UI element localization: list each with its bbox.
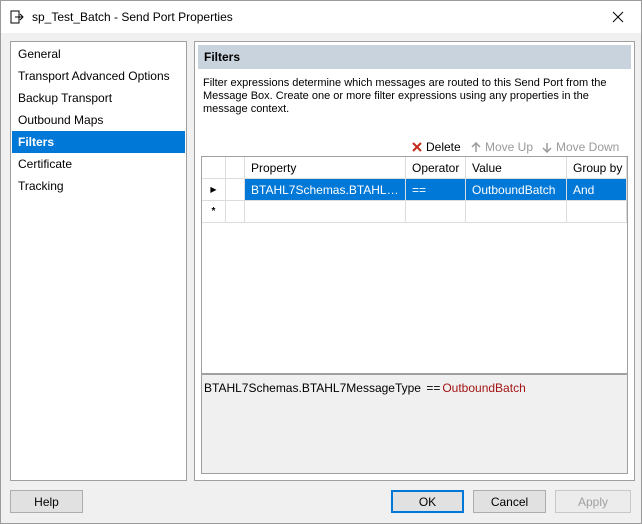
expression-value: OutboundBatch [442,381,526,395]
nav-item-tracking[interactable]: Tracking [12,175,185,197]
section-header: Filters [198,45,631,69]
new-cell-value[interactable] [466,201,567,223]
filter-grid[interactable]: Property Operator Value Group by ▶ BTAHL… [201,156,628,374]
close-icon [612,11,624,23]
cell-group-by[interactable]: And [567,179,627,201]
row-header-new[interactable]: * [202,201,226,223]
apply-button[interactable]: Apply [555,490,631,513]
expression-property: BTAHL7Schemas.BTAHL7MessageType [204,381,421,395]
properties-nav: General Transport Advanced Options Backu… [10,41,187,481]
delete-icon [412,142,422,152]
arrow-up-icon [471,141,481,152]
filter-toolbar: Delete Move Up Move Down [195,138,632,156]
grid-selector-header [226,157,245,179]
new-cell-operator[interactable] [406,201,466,223]
arrow-down-icon [542,142,552,153]
cell-operator[interactable]: == [406,179,466,201]
column-header-operator[interactable]: Operator [406,157,466,179]
ok-button[interactable]: OK [391,490,464,513]
delete-button[interactable]: Delete [412,138,461,156]
filters-panel: Filters Filter expressions determine whi… [194,41,635,481]
cancel-button[interactable]: Cancel [473,490,546,513]
send-port-icon [10,10,24,24]
nav-item-backup-transport[interactable]: Backup Transport [12,87,185,109]
filters-description: Filter expressions determine which messa… [203,77,607,115]
help-button[interactable]: Help [10,490,83,513]
cell-property[interactable]: BTAHL7Schemas.BTAHL7M... [245,179,406,201]
delete-label: Delete [426,140,461,154]
move-down-label: Move Down [556,140,620,154]
cell-value[interactable]: OutboundBatch [466,179,567,201]
move-up-button[interactable]: Move Up [471,138,533,156]
column-header-value[interactable]: Value [466,157,567,179]
move-down-button[interactable]: Move Down [542,138,619,156]
close-button[interactable] [595,1,641,33]
title-bar: sp_Test_Batch - Send Port Properties [1,1,641,33]
new-cell-group-by[interactable] [567,201,627,223]
move-up-label: Move Up [485,140,534,154]
new-cell-property[interactable] [245,201,406,223]
row-selector[interactable] [226,179,245,201]
nav-item-outbound-maps[interactable]: Outbound Maps [12,109,185,131]
grid-corner [202,157,226,179]
row-header-current[interactable]: ▶ [202,179,226,201]
column-header-group-by[interactable]: Group by [567,157,627,179]
nav-item-filters[interactable]: Filters [12,131,185,153]
nav-item-transport-advanced-options[interactable]: Transport Advanced Options [12,65,185,87]
nav-item-certificate[interactable]: Certificate [12,153,185,175]
column-header-property[interactable]: Property [245,157,406,179]
new-row-marker: * [211,206,216,217]
send-port-properties-dialog: sp_Test_Batch - Send Port Properties Gen… [0,0,642,524]
window-title: sp_Test_Batch - Send Port Properties [32,10,233,24]
row-selector-new[interactable] [226,201,245,223]
expression-preview: BTAHL7Schemas.BTAHL7MessageType == Outbou… [201,374,628,474]
nav-item-general[interactable]: General [12,43,185,65]
current-row-arrow-icon: ▶ [210,185,217,194]
expression-operator: == [426,381,441,395]
